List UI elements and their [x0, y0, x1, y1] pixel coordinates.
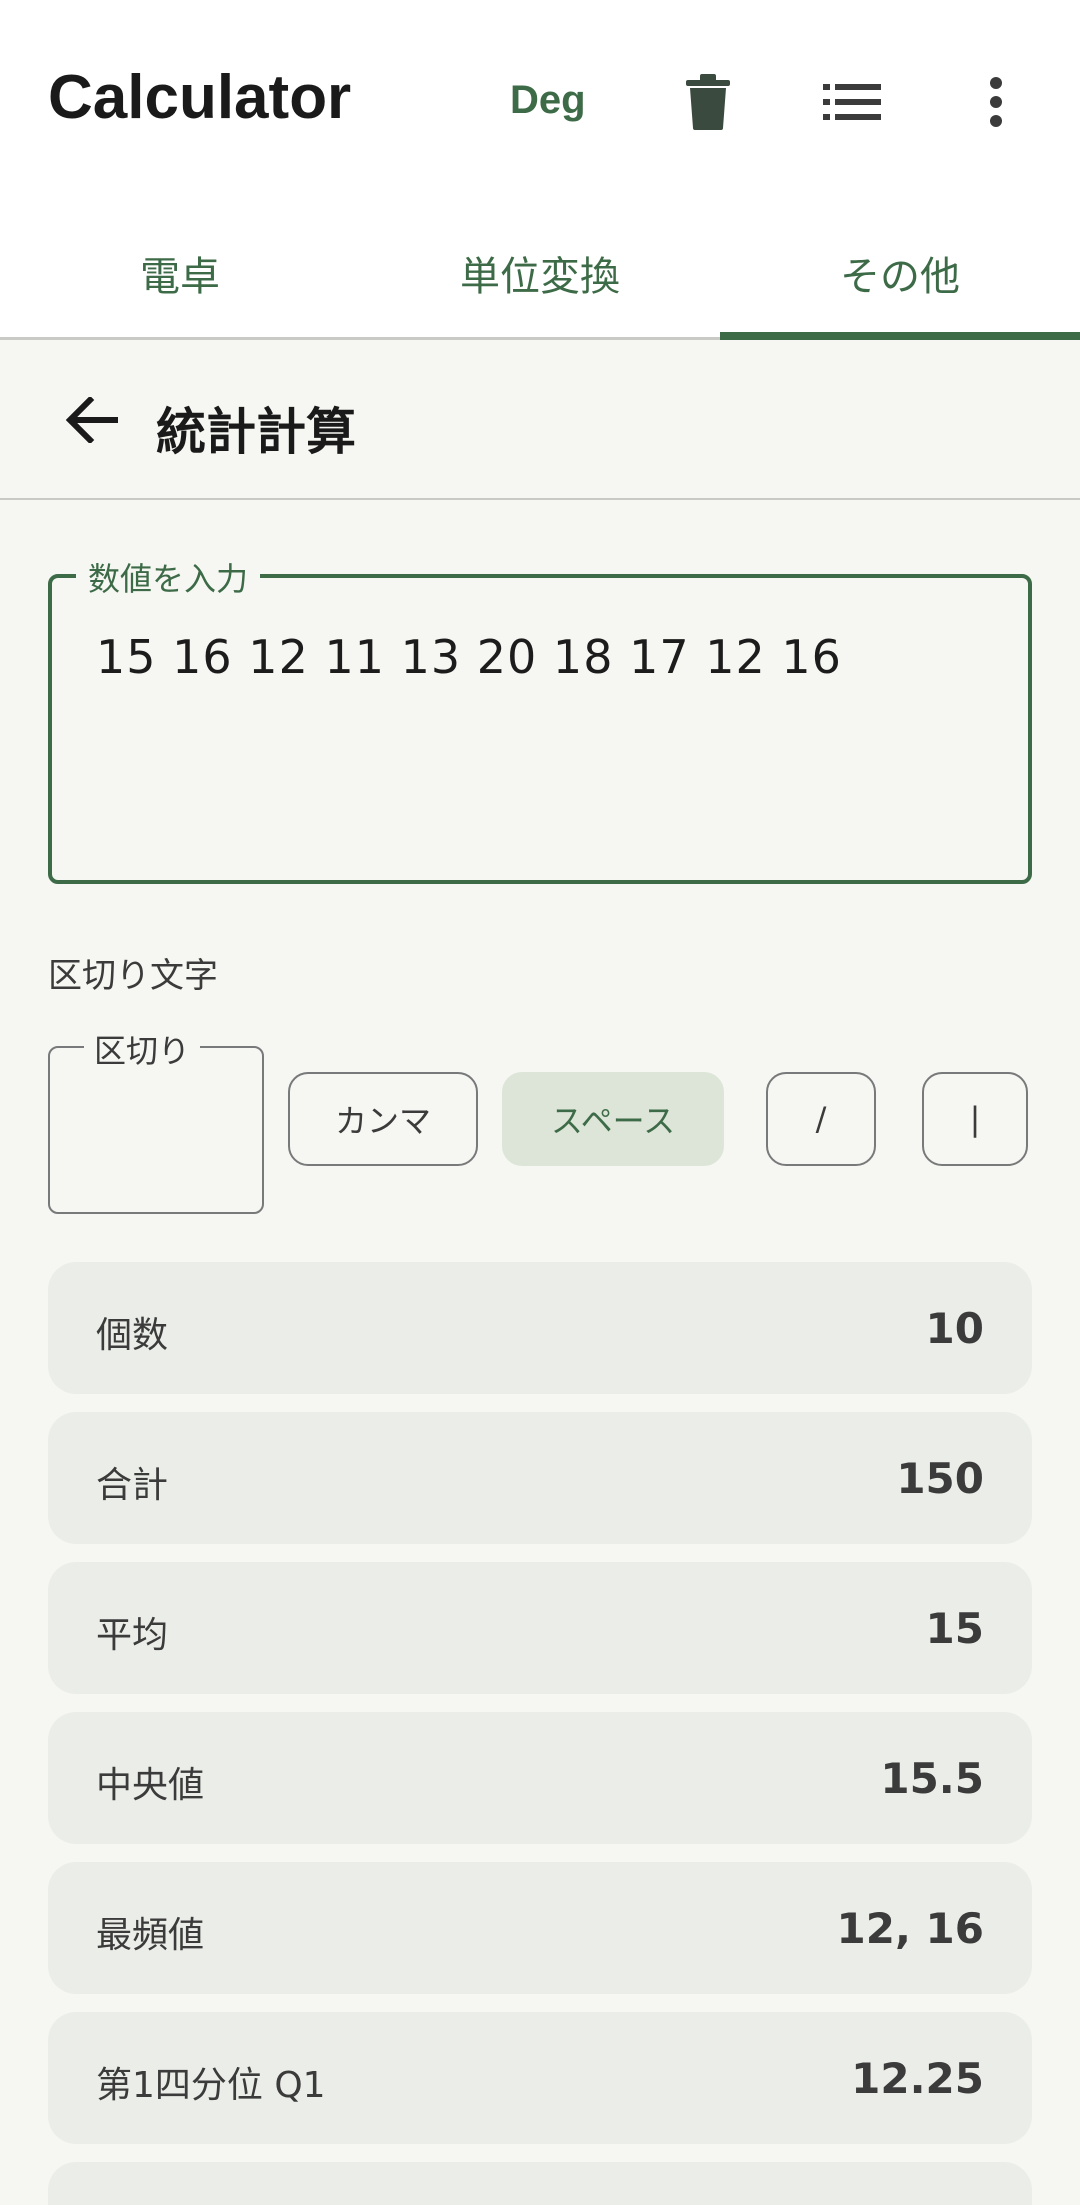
clear-history-button[interactable] [668, 62, 748, 142]
stat-label: 個数 [96, 1315, 169, 1356]
stat-value: 12.25 [851, 2054, 984, 2103]
tab-unit-conversion[interactable]: 単位変換 [360, 205, 720, 340]
separator-section-title: 区切り文字 [48, 956, 218, 996]
stat-label: 中央値 [96, 1765, 205, 1806]
tab-bar: 電卓 単位変換 その他 [0, 205, 1080, 340]
numbers-input-label: 数値を入力 [76, 554, 261, 600]
stat-label: 合計 [96, 1465, 169, 1506]
back-button[interactable] [44, 372, 140, 468]
tab-indicator [720, 332, 1080, 340]
numbers-input[interactable]: 数値を入力 15 16 12 11 13 20 18 17 12 16 [48, 554, 1032, 884]
stat-row-mean: 平均 15 [48, 1562, 1032, 1694]
numbers-input-value: 15 16 12 11 13 20 18 17 12 16 [96, 630, 842, 684]
tab-calculator[interactable]: 電卓 [0, 205, 360, 340]
stat-label: 最頻値 [96, 1915, 205, 1956]
stat-value: 15.5 [880, 1754, 984, 1803]
trash-icon [686, 74, 730, 130]
separator-chip-space[interactable]: スペース [502, 1072, 724, 1166]
history-list-button[interactable] [812, 62, 892, 142]
more-options-button[interactable] [956, 62, 1036, 142]
separator-input-label: 区切り [84, 1026, 201, 1072]
stat-row-partial [48, 2162, 1032, 2205]
separator-chip-pipe[interactable]: | [922, 1072, 1028, 1166]
stat-row-q1: 第1四分位 Q1 12.25 [48, 2012, 1032, 2144]
app-bar: Calculator Deg [0, 0, 1080, 205]
page-title: 統計計算 [156, 403, 356, 461]
stat-value: 15 [925, 1604, 984, 1653]
app-title: Calculator [48, 63, 352, 132]
stat-row-sum: 合計 150 [48, 1412, 1032, 1544]
separator-input[interactable]: 区切り [48, 1026, 264, 1214]
stat-row-count: 個数 10 [48, 1262, 1032, 1394]
stat-row-median: 中央値 15.5 [48, 1712, 1032, 1844]
tab-other[interactable]: その他 [720, 205, 1080, 340]
stat-value: 10 [925, 1304, 984, 1353]
stat-value: 150 [896, 1454, 984, 1503]
separator-chip-comma[interactable]: カンマ [288, 1072, 478, 1166]
sub-header: 統計計算 [0, 340, 1080, 500]
angle-mode-button[interactable]: Deg [510, 78, 586, 123]
separator-chip-slash[interactable]: / [766, 1072, 876, 1166]
stat-label: 第1四分位 Q1 [96, 2065, 326, 2106]
arrow-back-icon [66, 397, 118, 443]
list-icon [823, 84, 881, 120]
more-vert-icon [990, 77, 1002, 127]
stat-row-mode: 最頻値 12, 16 [48, 1862, 1032, 1994]
stat-value: 12, 16 [836, 1904, 984, 1953]
stat-label: 平均 [96, 1615, 169, 1656]
